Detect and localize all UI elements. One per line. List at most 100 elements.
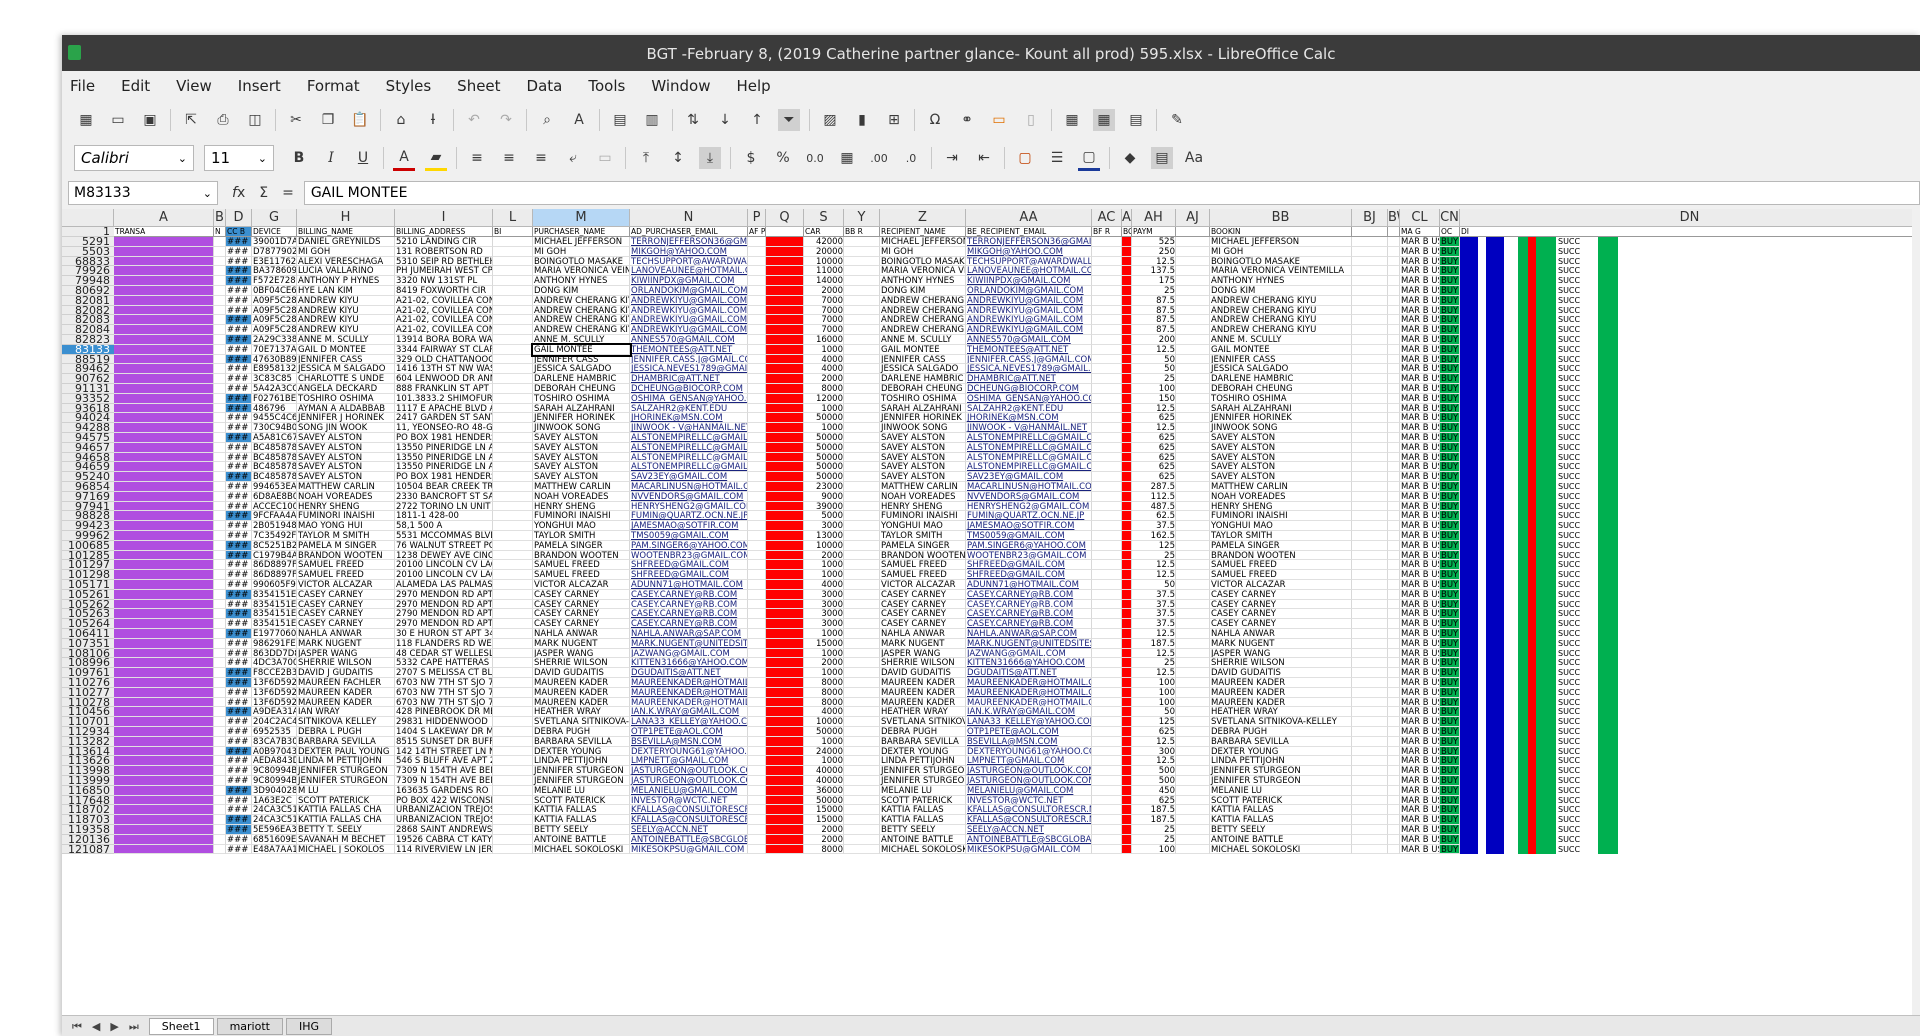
table-cell[interactable] [114, 344, 214, 355]
column-header-a[interactable]: A [114, 209, 214, 227]
table-cell[interactable]: BUY [1440, 805, 1460, 816]
table-cell[interactable] [1092, 531, 1122, 541]
table-cell[interactable] [1122, 648, 1132, 659]
row-header[interactable]: 98828 [62, 511, 114, 522]
sort-icon[interactable]: ⇅ [682, 109, 704, 131]
table-cell[interactable] [748, 844, 766, 855]
table-cell[interactable]: MICHAEL SOKOLOSKI [1210, 844, 1352, 855]
table-cell[interactable]: MARK NUGENT [297, 638, 395, 649]
table-cell[interactable]: SUCC [1460, 834, 1920, 845]
table-cell[interactable]: 175 [1132, 276, 1176, 286]
table-cell[interactable]: SUCC [1460, 648, 1920, 659]
table-cell[interactable]: 204C2AC46 [252, 717, 297, 727]
table-cell[interactable]: SUCC [1460, 560, 1920, 571]
table-cell[interactable]: ### [226, 736, 252, 747]
table-cell[interactable] [1122, 560, 1132, 571]
table-cell[interactable]: MAR B US [1400, 658, 1440, 669]
table-cell[interactable]: SCOTT PATERICK [533, 795, 630, 806]
table-cell[interactable] [1092, 550, 1122, 561]
table-cell[interactable]: ### [226, 638, 252, 649]
header-cell[interactable] [766, 227, 804, 237]
table-cell[interactable]: ANTHONY HYNES [533, 276, 630, 286]
special-character-icon[interactable]: Ω [924, 109, 946, 131]
table-cell[interactable]: 5E596EA3 [252, 825, 297, 835]
table-cell[interactable] [766, 246, 804, 257]
table-cell[interactable]: JENNIFER HORINEK [533, 413, 630, 424]
table-cell[interactable]: 7C35492F [252, 531, 297, 541]
table-cell[interactable] [1352, 413, 1388, 424]
table-cell[interactable] [1122, 678, 1132, 688]
table-cell[interactable] [1352, 286, 1388, 296]
table-cell[interactable] [1388, 815, 1400, 825]
table-cell[interactable] [1122, 844, 1132, 855]
table-cell[interactable] [1122, 658, 1132, 669]
table-cell[interactable]: ### [226, 844, 252, 855]
table-cell[interactable] [493, 560, 533, 571]
table-cell[interactable]: 5210 LANDING CIR [395, 237, 493, 247]
freeze-rows-columns-icon[interactable]: ▦ [1093, 109, 1115, 131]
table-cell[interactable]: 3000 [804, 521, 844, 531]
table-cell[interactable]: SCOTT PATERICK [1210, 795, 1352, 806]
table-cell[interactable]: ### [226, 374, 252, 384]
table-cell[interactable] [1352, 521, 1388, 531]
table-cell[interactable]: NVVENDORS@GMAIL.COM [630, 491, 748, 502]
table-cell[interactable]: 3000 [804, 619, 844, 629]
table-cell[interactable] [748, 648, 766, 659]
table-cell[interactable]: SUCC [1460, 501, 1920, 512]
table-cell[interactable]: YONGHUI MAO [1210, 521, 1352, 531]
table-cell[interactable] [1176, 335, 1210, 345]
table-cell[interactable]: 4DC3A700 [252, 658, 297, 669]
table-cell[interactable]: MAR B US [1400, 815, 1440, 825]
table-cell[interactable] [1352, 687, 1388, 698]
table-cell[interactable] [493, 609, 533, 620]
table-cell[interactable]: ### [226, 825, 252, 835]
table-cell[interactable]: MAR B US [1400, 413, 1440, 424]
table-cell[interactable] [1176, 521, 1210, 531]
table-cell[interactable] [844, 246, 880, 257]
column-header-ac[interactable]: AC [1092, 209, 1122, 227]
table-cell[interactable] [493, 834, 533, 845]
table-cell[interactable] [1176, 638, 1210, 649]
table-cell[interactable] [1122, 629, 1132, 639]
table-cell[interactable]: MAR B US [1400, 668, 1440, 678]
table-cell[interactable] [1176, 295, 1210, 306]
table-cell[interactable]: ### [226, 472, 252, 482]
table-cell[interactable]: SUCC [1460, 550, 1920, 561]
table-cell[interactable]: 1000 [804, 570, 844, 580]
spelling-icon[interactable]: A [568, 109, 590, 131]
table-cell[interactable]: 70E7137AE [252, 344, 297, 355]
table-cell[interactable]: 20000 [804, 246, 844, 257]
table-cell[interactable] [214, 776, 226, 786]
table-cell[interactable]: 12.5 [1132, 756, 1176, 767]
table-cell[interactable]: JAZWANG@GMAIL.COM [630, 648, 748, 659]
column-icon[interactable]: ▥ [641, 109, 663, 131]
table-cell[interactable]: 100 [1132, 844, 1176, 855]
table-cell[interactable]: SUCC [1460, 589, 1920, 600]
table-cell[interactable]: ANTHONY HYNES [880, 276, 966, 286]
table-cell[interactable]: 12.5 [1132, 403, 1176, 414]
table-cell[interactable] [1176, 393, 1210, 404]
table-cell[interactable]: KATTIA FALLAS CHA [297, 805, 395, 816]
table-cell[interactable]: ANDREW KIYU [297, 315, 395, 326]
table-cell[interactable] [1352, 354, 1388, 365]
table-cell[interactable]: SAMUEL FREED [1210, 570, 1352, 580]
table-cell[interactable]: 625 [1132, 472, 1176, 482]
table-cell[interactable] [748, 540, 766, 551]
table-cell[interactable]: BUY [1440, 766, 1460, 776]
table-cell[interactable]: HEATHER WRAY [1210, 707, 1352, 718]
border-color-icon[interactable]: ▢ [1078, 146, 1100, 171]
table-cell[interactable]: 604 LENWOOD DR ANN [395, 374, 493, 384]
table-cell[interactable]: TMS0059@GMAIL.COM [630, 531, 748, 541]
table-cell[interactable] [214, 482, 226, 492]
table-cell[interactable]: BUY [1440, 609, 1460, 620]
table-cell[interactable] [748, 815, 766, 825]
table-cell[interactable]: 625 [1132, 433, 1176, 443]
table-cell[interactable]: 7309 N 154TH AVE BEN [395, 766, 493, 776]
table-cell[interactable] [1122, 501, 1132, 512]
table-cell[interactable] [1352, 697, 1388, 708]
table-cell[interactable]: SCOTT PATERICK [880, 795, 966, 806]
table-cell[interactable] [493, 707, 533, 718]
table-cell[interactable]: LANA33_KELLEY@YAHOO.COM [966, 717, 1092, 727]
table-cell[interactable]: ALSTONEMPIRELLC@GMAIL.COM [630, 462, 748, 473]
table-cell[interactable] [1092, 658, 1122, 669]
